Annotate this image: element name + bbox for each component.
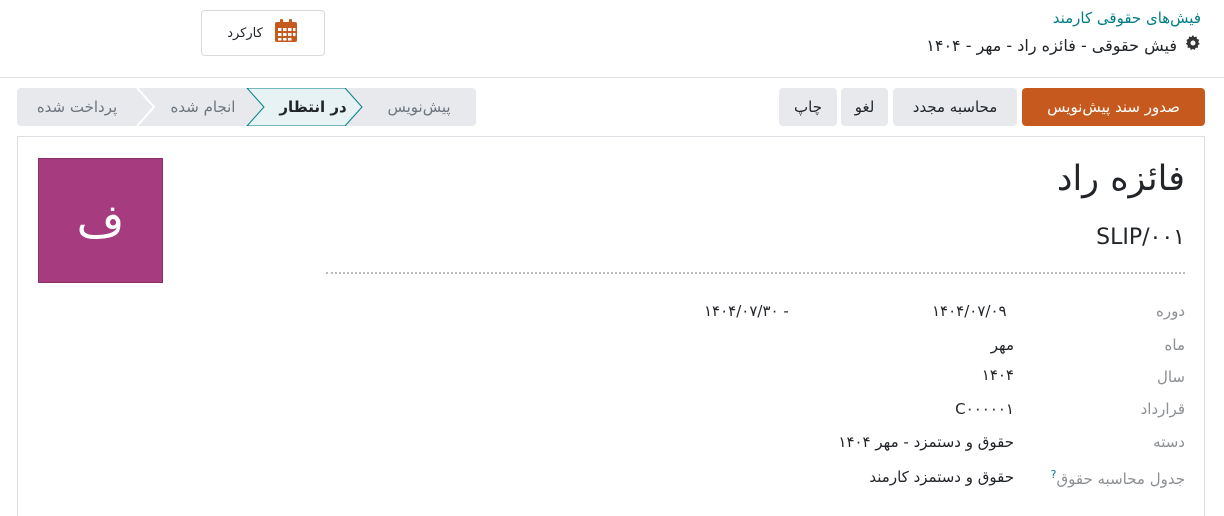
payslip-reference[interactable]: SLIP/۰۰۱ <box>1096 225 1185 250</box>
gear-icon[interactable] <box>1185 35 1201 55</box>
month-label: ماه <box>1164 336 1185 354</box>
contract-label: قرارداد <box>1140 400 1185 418</box>
name-divider <box>326 272 1185 274</box>
print-button[interactable]: چاپ <box>779 88 837 126</box>
control-bar: صدور سند پیش‌نویس محاسبه مجدد لغو چاپ پی… <box>0 78 1224 136</box>
year-label: سال <box>1156 368 1185 386</box>
breadcrumb-payslips[interactable]: فیش‌های حقوقی کارمند <box>1053 9 1201 27</box>
worked-days-label: کارکرد <box>227 25 263 41</box>
structure-label: جدول محاسبه حقوق? <box>1047 468 1185 488</box>
status-waiting[interactable]: در انتظار <box>264 88 362 126</box>
structure-label-text: جدول محاسبه حقوق <box>1056 470 1186 488</box>
contract-field[interactable]: C۰۰۰۰۰۱ <box>955 400 1014 418</box>
create-draft-entry-button[interactable]: صدور سند پیش‌نویس <box>1022 88 1205 126</box>
record-title-row: فیش حقوقی - فائزه راد - مهر - ۱۴۰۴ <box>926 35 1201 55</box>
status-bar: پیش‌نویس در انتظار انجام شده پرداخت شده <box>17 88 476 126</box>
structure-field[interactable]: حقوق و دستمزد کارمند <box>869 468 1014 486</box>
status-draft[interactable]: پیش‌نویس <box>362 88 476 126</box>
record-title: فیش حقوقی - فائزه راد - مهر - ۱۴۰۴ <box>926 35 1177 55</box>
form-sheet: ف فائزه راد SLIP/۰۰۱ دوره ۱۴۰۴/۰۷/۰۹ - ۱… <box>17 136 1205 516</box>
year-field[interactable]: ۱۴۰۴ <box>982 366 1014 384</box>
calendar-icon <box>273 18 299 48</box>
worked-days-button[interactable]: کارکرد <box>201 10 325 56</box>
employee-avatar[interactable]: ف <box>38 158 163 283</box>
period-from-field[interactable]: ۱۴۰۴/۰۷/۰۹ <box>932 302 1007 320</box>
top-bar: فیش‌های حقوقی کارمند فیش حقوقی - فائزه ر… <box>0 0 1224 78</box>
batch-label: دسته <box>1153 433 1185 451</box>
employee-name[interactable]: فائزه راد <box>1057 159 1185 199</box>
recompute-button[interactable]: محاسبه مجدد <box>893 88 1017 126</box>
status-done[interactable]: انجام شده <box>154 88 252 126</box>
period-to-field[interactable]: - ۱۴۰۴/۰۷/۳۰ <box>704 302 789 320</box>
batch-field[interactable]: حقوق و دستمزد - مهر ۱۴۰۴ <box>838 433 1014 451</box>
status-paid[interactable]: پرداخت شده <box>17 88 137 126</box>
month-field[interactable]: مهر <box>991 336 1014 354</box>
cancel-button[interactable]: لغو <box>841 88 888 126</box>
period-label: دوره <box>1155 302 1185 320</box>
